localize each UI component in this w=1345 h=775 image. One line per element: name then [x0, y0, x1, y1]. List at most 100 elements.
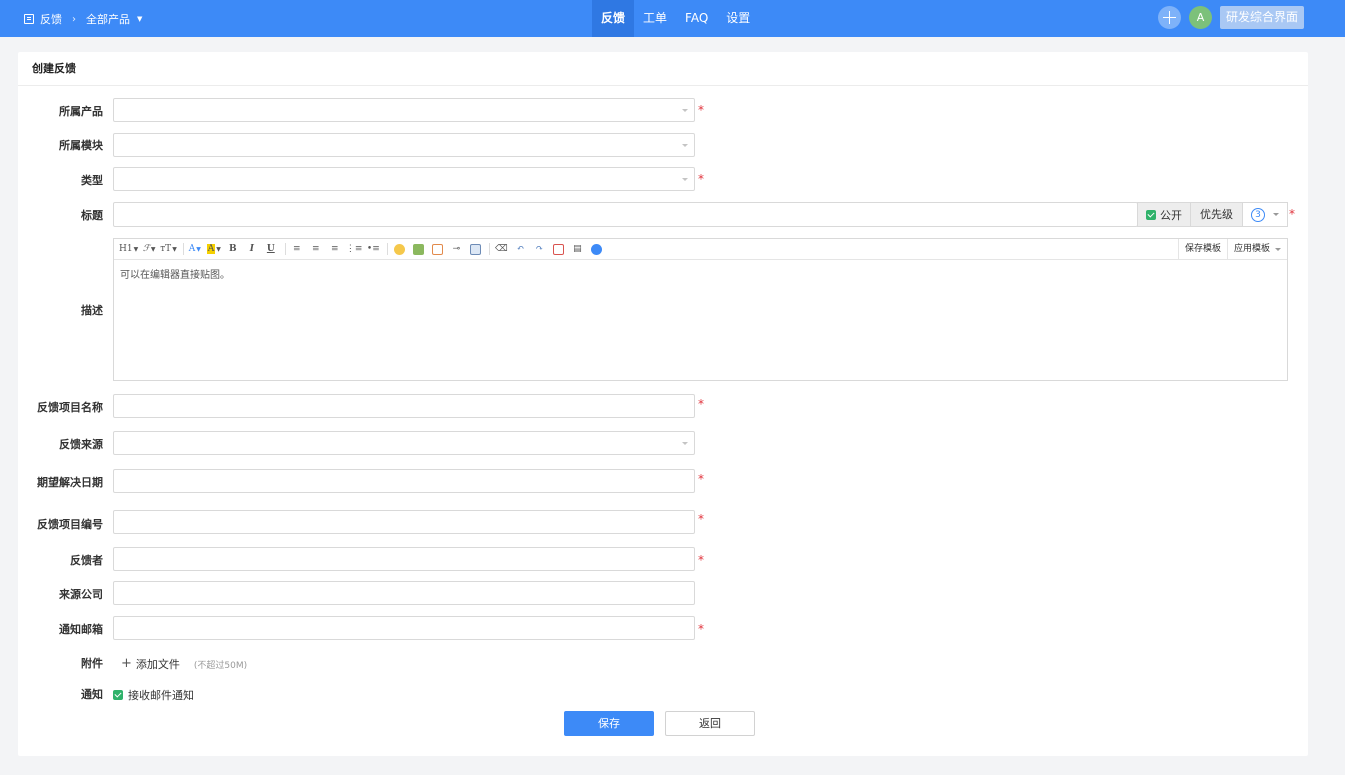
add-file-button[interactable]: + 添加文件 (不超过50M) — [121, 656, 247, 672]
title-addons: 公开 优先级 3 — [1137, 202, 1288, 227]
fullscreen-icon[interactable] — [550, 241, 566, 257]
chevron-down-icon — [682, 178, 688, 181]
chevron-down-icon — [1275, 247, 1281, 251]
add-file-label: 添加文件 — [135, 658, 180, 671]
heading-icon[interactable]: H1 ▼ — [119, 241, 138, 257]
product-switcher[interactable]: 全部产品 — [86, 11, 130, 27]
chevron-down-icon — [682, 109, 688, 112]
attach-label: 附件 — [81, 657, 103, 670]
public-label: 公开 — [1160, 208, 1182, 222]
align-center-icon[interactable]: ≡ — [308, 241, 324, 257]
apply-template-button[interactable]: 应用模板 — [1226, 239, 1287, 259]
required-mark: * — [698, 512, 704, 526]
reporter-input[interactable] — [113, 547, 695, 571]
project-no-label: 反馈项目编号 — [37, 518, 103, 531]
highlight-icon[interactable]: A ▼ — [206, 241, 222, 257]
breadcrumb: 反馈 › 全部产品 ▼ — [24, 11, 142, 27]
underline-icon[interactable]: U — [263, 241, 279, 257]
font-size-icon[interactable]: тT ▼ — [160, 241, 177, 257]
main-nav: 反馈 工单 FAQ 设置 — [592, 0, 759, 37]
table-icon[interactable] — [467, 241, 483, 257]
chevron-down-icon — [682, 442, 688, 445]
chevron-down-icon — [682, 144, 688, 147]
toolbar-separator — [387, 243, 389, 255]
required-mark: * — [698, 397, 704, 411]
source-select[interactable] — [113, 431, 695, 455]
top-bar: 反馈 › 全部产品 ▼ 反馈 工单 FAQ 设置 A 研发综合界面 — [0, 0, 1345, 37]
undo-icon[interactable]: ↶ — [512, 241, 528, 257]
page-title: 创建反馈 — [32, 62, 76, 75]
checkbox-checked-icon — [113, 690, 123, 700]
feedback-icon — [24, 14, 34, 24]
save-button[interactable]: 保存 — [564, 711, 654, 736]
required-mark: * — [698, 172, 704, 186]
description-label: 描述 — [81, 304, 103, 317]
type-label: 类型 — [81, 174, 103, 187]
public-toggle[interactable]: 公开 — [1137, 203, 1190, 226]
top-right-actions: A 研发综合界面 — [1157, 6, 1304, 29]
nav-faq[interactable]: FAQ — [676, 0, 717, 37]
source-icon[interactable]: ▤ — [569, 241, 585, 257]
image-icon[interactable] — [410, 241, 426, 257]
receive-email-checkbox[interactable]: 接收邮件通知 — [113, 687, 194, 703]
required-mark: * — [698, 103, 704, 117]
toolbar-separator — [284, 243, 286, 255]
required-mark: * — [698, 472, 704, 486]
required-mark: * — [1289, 207, 1295, 221]
unordered-list-icon[interactable]: •≡ — [365, 241, 381, 257]
chevron-down-icon — [1273, 213, 1279, 216]
nav-ticket[interactable]: 工单 — [634, 0, 676, 37]
add-icon[interactable] — [1157, 6, 1181, 29]
help-icon[interactable] — [588, 241, 604, 257]
apply-template-label: 应用模板 — [1233, 244, 1270, 254]
save-template-button[interactable]: 保存模板 — [1177, 239, 1227, 259]
bold-icon[interactable]: B — [225, 241, 241, 257]
breadcrumb-root[interactable]: 反馈 — [40, 11, 62, 27]
required-mark: * — [698, 622, 704, 636]
ordered-list-icon[interactable]: ⋮≡ — [346, 241, 363, 257]
project-name-input[interactable] — [113, 394, 695, 418]
avatar[interactable]: A — [1188, 6, 1212, 29]
file-size-hint: (不超过50M) — [193, 660, 248, 671]
description-editor[interactable]: H1 ▼ ℱ ▼ тT ▼ A ▼ A ▼ B I U ≡ ≡ ≡ ⋮≡ •≡ ⊸ ⌫ ↶… — [113, 238, 1288, 381]
align-right-icon[interactable]: ≡ — [327, 241, 343, 257]
module-select[interactable] — [113, 133, 695, 157]
toolbar-separator — [489, 243, 491, 255]
project-no-input[interactable] — [113, 510, 695, 534]
product-label: 所属产品 — [59, 105, 103, 118]
italic-icon[interactable]: I — [244, 241, 260, 257]
priority-select[interactable]: 3 — [1242, 203, 1287, 226]
module-label: 所属模块 — [59, 139, 103, 152]
attachment-icon[interactable] — [429, 241, 445, 257]
source-label: 反馈来源 — [59, 438, 103, 451]
nav-feedback[interactable]: 反馈 — [592, 0, 635, 37]
align-left-icon[interactable]: ≡ — [289, 241, 305, 257]
chevron-down-icon[interactable]: ▼ — [137, 15, 142, 23]
priority-label: 优先级 — [1190, 203, 1242, 226]
email-input[interactable] — [113, 616, 695, 640]
email-label: 通知邮箱 — [59, 623, 103, 636]
redo-icon[interactable]: ↷ — [531, 241, 547, 257]
font-color-icon[interactable]: A ▼ — [187, 241, 203, 257]
priority-value: 3 — [1251, 207, 1265, 222]
emoji-icon[interactable] — [391, 241, 407, 257]
company-input[interactable] — [113, 581, 695, 605]
link-icon[interactable]: ⊸ — [448, 241, 464, 257]
expected-date-input[interactable] — [113, 469, 695, 493]
switch-view-button[interactable]: 研发综合界面 — [1219, 6, 1304, 29]
company-label: 来源公司 — [59, 588, 103, 601]
back-button[interactable]: 返回 — [665, 711, 755, 736]
required-mark: * — [698, 553, 704, 567]
title-input[interactable] — [113, 202, 1138, 227]
product-select[interactable] — [113, 98, 695, 122]
project-name-label: 反馈项目名称 — [37, 401, 103, 414]
editor-body[interactable]: 可以在编辑器直接贴图。 — [114, 260, 1287, 287]
font-family-icon[interactable]: ℱ ▼ — [141, 241, 157, 257]
divider — [18, 85, 1308, 86]
title-label: 标题 — [81, 209, 103, 222]
nav-settings[interactable]: 设置 — [717, 0, 759, 37]
eraser-icon[interactable]: ⌫ — [493, 241, 509, 257]
reporter-label: 反馈者 — [70, 554, 103, 567]
type-select[interactable] — [113, 167, 695, 191]
breadcrumb-separator-icon: › — [72, 13, 76, 25]
